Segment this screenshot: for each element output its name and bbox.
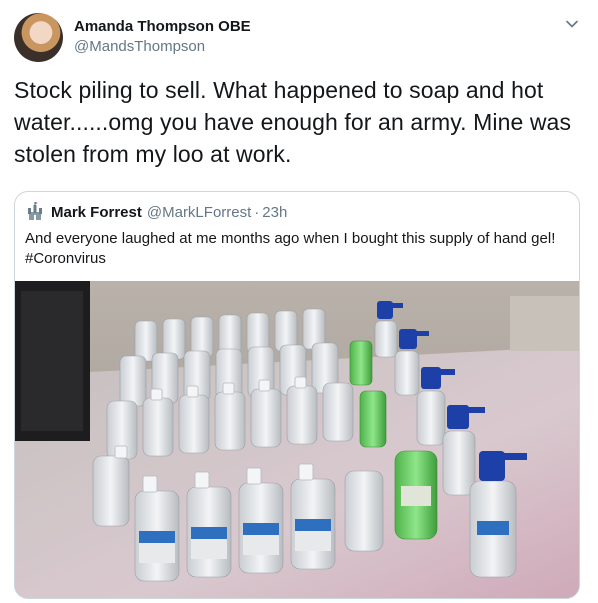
hand-gel-photo[interactable] xyxy=(15,281,580,599)
separator-dot: · xyxy=(254,203,260,221)
quoted-tweet-header: Mark Forrest @MarkLForrest · 23h xyxy=(15,192,579,222)
handle[interactable]: @MandsThompson xyxy=(74,37,251,57)
quoted-tweet[interactable]: Mark Forrest @MarkLForrest · 23h And eve… xyxy=(14,191,580,599)
display-name[interactable]: Amanda Thompson OBE xyxy=(74,17,251,37)
quoted-handle[interactable]: @MarkLForrest xyxy=(147,204,251,221)
tweet-header: Amanda Thompson OBE @MandsThompson xyxy=(14,12,584,62)
hashtag-link[interactable]: #Coronvirus xyxy=(25,249,569,269)
quoted-tweet-text: And everyone laughed at me months ago wh… xyxy=(15,222,579,269)
avatar[interactable] xyxy=(14,12,63,62)
castle-icon xyxy=(25,202,45,222)
chevron-down-icon[interactable] xyxy=(564,16,580,32)
quoted-text-line: And everyone laughed at me months ago wh… xyxy=(25,230,556,247)
tweet-text: Stock piling to sell. What happened to s… xyxy=(14,77,572,167)
quoted-timestamp[interactable]: 23h xyxy=(262,204,287,221)
quoted-display-name[interactable]: Mark Forrest xyxy=(51,204,142,221)
author-names: Amanda Thompson OBE @MandsThompson xyxy=(74,17,251,57)
